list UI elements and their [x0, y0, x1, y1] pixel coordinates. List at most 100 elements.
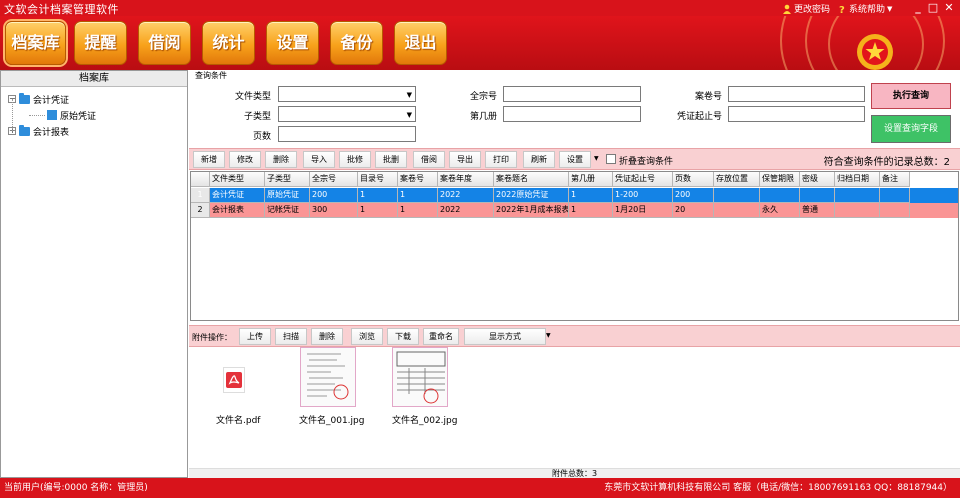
- main-content: 查询条件 文件类型 ▼ 子类型 ▼ 页数 全宗号 第几册 案卷号 凭证起止号 执…: [189, 70, 960, 478]
- row-header-corner[interactable]: [191, 172, 210, 187]
- case-no-input[interactable]: [728, 86, 865, 102]
- column-header[interactable]: 凭证起止号: [613, 172, 673, 187]
- tree-line: [12, 99, 13, 131]
- add-button[interactable]: 新增: [193, 151, 225, 168]
- folder-icon: [47, 110, 57, 120]
- maximize-button[interactable]: □: [926, 1, 940, 14]
- upload-button[interactable]: 上传: [239, 328, 271, 345]
- user-icon: [783, 4, 791, 14]
- collapse-query-label: 折叠查询条件: [619, 157, 674, 167]
- volume-input[interactable]: [503, 106, 641, 122]
- delete-button[interactable]: 删除: [265, 151, 297, 168]
- toolbar-remind-button[interactable]: 提醒: [74, 21, 127, 65]
- full-no-input[interactable]: [503, 86, 641, 102]
- set-query-fields-button[interactable]: 设置查询字段: [871, 115, 951, 143]
- batch-delete-button[interactable]: 批删: [375, 151, 407, 168]
- pdf-file-icon[interactable]: [223, 367, 245, 393]
- attachment-area: 文件名.pdf 文件名_001.jpg 文件名_002.jpg: [189, 347, 960, 468]
- table-cell: 1: [358, 188, 398, 203]
- table-row[interactable]: 2 会计报表 记帐凭证 300 1 1 2022 2022年1月成本报表 1 1月20日 20 永久普…: [191, 203, 958, 218]
- collapse-query-checkbox[interactable]: [606, 154, 616, 164]
- column-header[interactable]: 密级: [800, 172, 835, 187]
- change-password-link[interactable]: 更改密码: [782, 2, 830, 15]
- download-button[interactable]: 下载: [387, 328, 419, 345]
- table-cell: [714, 203, 760, 218]
- doc-type-select[interactable]: ▼: [278, 86, 416, 102]
- browse-button[interactable]: 浏览: [351, 328, 383, 345]
- voucher-range-input[interactable]: [728, 106, 865, 122]
- column-header[interactable]: 全宗号: [310, 172, 358, 187]
- table-cell: [880, 203, 910, 218]
- table-cell: 2022原始凭证: [494, 188, 569, 203]
- toolbar-archive-button[interactable]: 档案库: [5, 21, 66, 65]
- company-info: 东莞市文软计算机科技有限公司 客服（电话/微信：18007691163 QQ：8…: [604, 483, 952, 493]
- table-header-row: 文件类型 子类型 全宗号 目录号 案卷号 案卷年度 案卷题名 第几册 凭证起止号 页数 存放位置 保管…: [191, 172, 910, 187]
- toolbar-settings-button[interactable]: 设置: [266, 21, 319, 65]
- table-cell: 2022: [438, 203, 494, 218]
- toolbar-exit-button[interactable]: 退出: [394, 21, 447, 65]
- column-header[interactable]: 页数: [673, 172, 714, 187]
- table-cell: 20: [673, 203, 714, 218]
- current-user: 当前用户(编号:0000 名称：管理员): [4, 483, 148, 493]
- query-section-title: 查询条件: [195, 71, 227, 80]
- table-cell: 1: [398, 203, 438, 218]
- jpg-thumbnail-icon[interactable]: [300, 347, 356, 407]
- print-button[interactable]: 打印: [485, 151, 517, 168]
- execute-query-button[interactable]: 执行查询: [871, 83, 951, 109]
- tree-node-accounting-voucher[interactable]: − 会计凭证: [8, 92, 69, 106]
- dropdown-arrow-icon[interactable]: ▼: [594, 155, 599, 162]
- row-number: 2: [191, 203, 210, 218]
- edit-button[interactable]: 修改: [229, 151, 261, 168]
- column-header[interactable]: 案卷年度: [438, 172, 494, 187]
- table-cell: [880, 188, 910, 203]
- column-header[interactable]: 目录号: [358, 172, 398, 187]
- sub-type-select[interactable]: ▼: [278, 106, 416, 122]
- emblem-icon: [857, 34, 893, 70]
- row-number: 1: [191, 188, 210, 203]
- display-mode-select[interactable]: 显示方式: [464, 328, 546, 345]
- sub-type-label: 子类型: [243, 112, 271, 122]
- record-action-bar: 新增 修改 删除 导入 批修 批删 借阅 导出 打印 刷新 设置 ▼ 折叠查询条…: [189, 148, 960, 170]
- settings-button[interactable]: 设置: [559, 151, 591, 168]
- rename-button[interactable]: 重命名: [423, 328, 459, 345]
- toolbar-borrow-button[interactable]: 借阅: [138, 21, 191, 65]
- minimize-button[interactable]: _: [911, 1, 925, 14]
- column-header[interactable]: 备注: [880, 172, 910, 187]
- close-button[interactable]: ✕: [942, 1, 956, 14]
- table-row[interactable]: 1 会计凭证 原始凭证 200 1 1 2022 2022原始凭证 1 1-200 200: [191, 188, 958, 203]
- voucher-range-label: 凭证起止号: [676, 112, 722, 122]
- archive-table: 文件类型 子类型 全宗号 目录号 案卷号 案卷年度 案卷题名 第几册 凭证起止号 页数 存放位置 保管…: [190, 171, 959, 321]
- borrow-button[interactable]: 借阅: [413, 151, 445, 168]
- column-header[interactable]: 归档日期: [835, 172, 880, 187]
- attachment-filename: 文件名_001.jpg: [299, 416, 365, 426]
- column-header[interactable]: 存放位置: [714, 172, 760, 187]
- column-header[interactable]: 第几册: [569, 172, 613, 187]
- tree-node-original-voucher[interactable]: 原始凭证: [47, 109, 96, 122]
- dropdown-arrow-icon: ▼: [887, 4, 893, 13]
- toolbar-stats-button[interactable]: 统计: [202, 21, 255, 65]
- import-button[interactable]: 导入: [303, 151, 335, 168]
- attachment-filename: 文件名.pdf: [216, 416, 261, 426]
- export-button[interactable]: 导出: [449, 151, 481, 168]
- attachment-delete-button[interactable]: 删除: [311, 328, 343, 345]
- svg-text:?: ?: [839, 5, 845, 14]
- column-header[interactable]: 案卷题名: [494, 172, 569, 187]
- tree-title: 档案库: [1, 71, 187, 87]
- table-cell: 200: [673, 188, 714, 203]
- batch-edit-button[interactable]: 批修: [339, 151, 371, 168]
- column-header[interactable]: 保管期限: [760, 172, 800, 187]
- tree-node-accounting-report[interactable]: + 会计报表: [8, 124, 69, 138]
- jpg-thumbnail-icon[interactable]: [392, 347, 448, 407]
- scan-button[interactable]: 扫描: [275, 328, 307, 345]
- folder-icon: [19, 92, 30, 104]
- help-menu[interactable]: ? 系统帮助 ▼: [838, 2, 893, 16]
- pages-input[interactable]: [278, 126, 416, 142]
- column-header[interactable]: 文件类型: [210, 172, 265, 187]
- dropdown-arrow-icon[interactable]: ▼: [546, 332, 551, 339]
- refresh-button[interactable]: 刷新: [523, 151, 555, 168]
- column-header[interactable]: 案卷号: [398, 172, 438, 187]
- table-cell: 原始凭证: [265, 188, 310, 203]
- table-cell: 1-200: [613, 188, 673, 203]
- toolbar-backup-button[interactable]: 备份: [330, 21, 383, 65]
- column-header[interactable]: 子类型: [265, 172, 310, 187]
